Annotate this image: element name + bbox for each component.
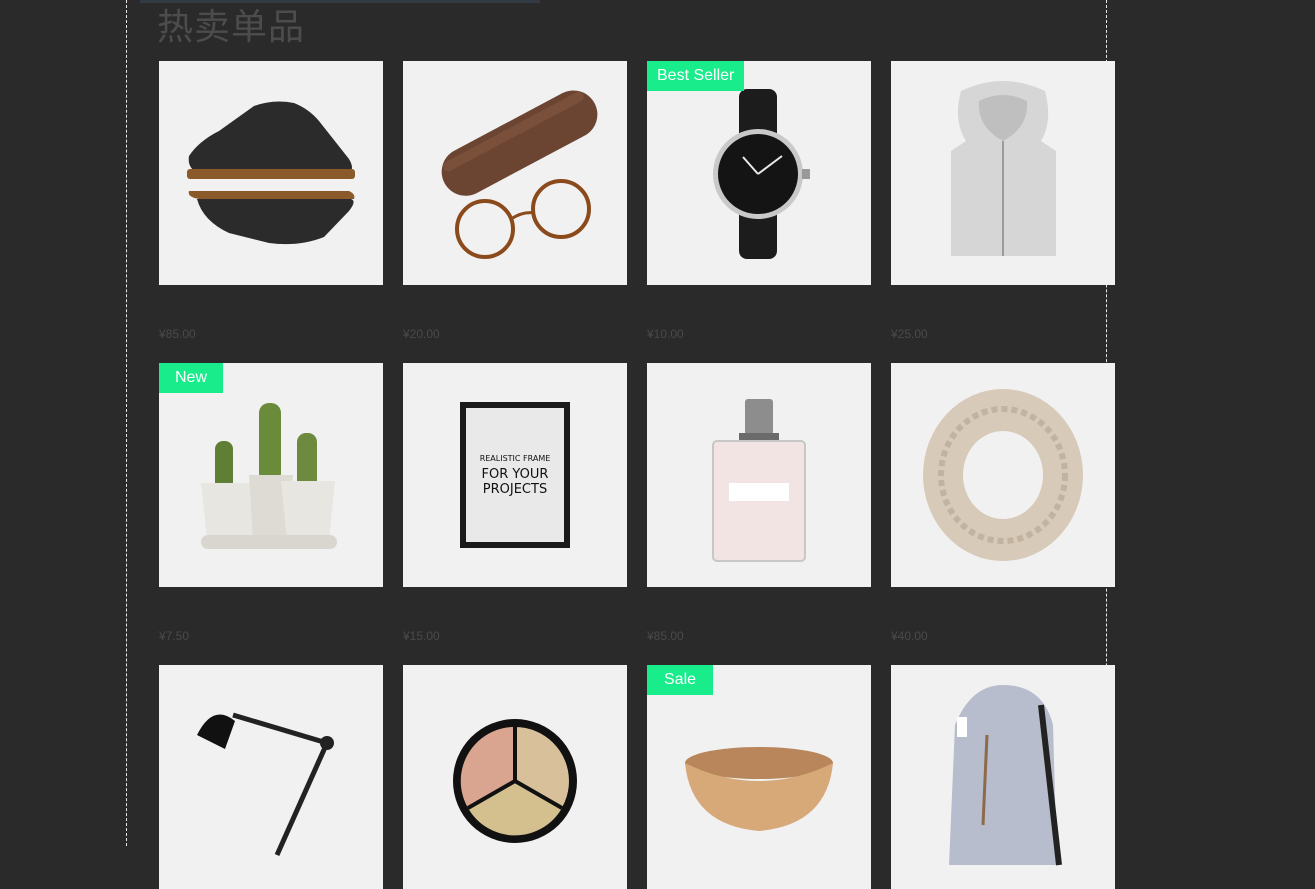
product-price: ¥85.00 [159,327,196,341]
product-image[interactable] [891,363,1115,587]
product-card[interactable]: ¥85.00 [647,363,871,643]
product-image[interactable] [159,61,383,285]
product-badge: New [159,363,224,393]
product-price: ¥7.50 [159,629,190,643]
product-card[interactable]: ¥40.00 [891,363,1115,643]
product-card[interactable]: ¥20.00 [403,61,627,341]
product-price: ¥15.00 [403,629,440,643]
product-image[interactable] [403,665,627,889]
lamp-image [197,712,334,857]
backpack-image [949,685,1062,866]
product-card[interactable]: ¥25.00 [891,61,1115,341]
product-image[interactable] [647,363,871,587]
frame-text-line: REALISTIC FRAME [479,453,551,463]
product-badge: Best Seller [647,61,745,91]
product-price: ¥85.00 [647,629,684,643]
product-image[interactable] [891,665,1115,889]
product-card[interactable]: REALISTIC FRAME FOR YOUR PROJECTS ¥15.00 [403,363,627,643]
product-image[interactable] [159,665,383,889]
frame-text-line: PROJECTS [482,481,548,497]
frame-text-line: FOR YOUR [481,466,549,482]
product-card[interactable]: ¥85.00 [159,61,383,341]
top-accent-bar [140,0,540,3]
product-price: ¥25.00 [891,327,928,341]
product-card[interactable]: Best Seller ¥10.00 [647,61,871,341]
picture-frame-image: REALISTIC FRAME FOR YOUR PROJECTS [460,402,570,548]
product-price: ¥20.00 [403,327,440,341]
product-card[interactable]: New ¥7.50 [159,363,383,643]
product-badge: Sale [647,665,714,695]
perfume-image [712,399,806,562]
product-card[interactable] [159,665,383,889]
product-price: ¥40.00 [891,629,928,643]
glasses-image [441,90,598,259]
layout-guide-left [126,0,127,846]
boots-image [187,101,355,245]
product-price: ¥10.00 [647,327,684,341]
product-image[interactable]: Sale [647,665,871,889]
product-card[interactable] [403,665,627,889]
bowl-image [685,747,833,831]
product-image[interactable]: New [159,363,383,587]
product-card[interactable] [891,665,1115,889]
hoodie-image [951,81,1056,256]
scarf-image [923,389,1083,561]
section-title: 热卖单品 [157,7,306,48]
cactus-image [201,403,337,549]
product-card[interactable]: Sale [647,665,871,889]
product-image[interactable]: Best Seller [647,61,871,285]
product-image[interactable] [891,61,1115,285]
product-image[interactable]: REALISTIC FRAME FOR YOUR PROJECTS [403,363,627,587]
watch-image [713,89,810,259]
palette-image [453,719,577,843]
product-image[interactable] [403,61,627,285]
